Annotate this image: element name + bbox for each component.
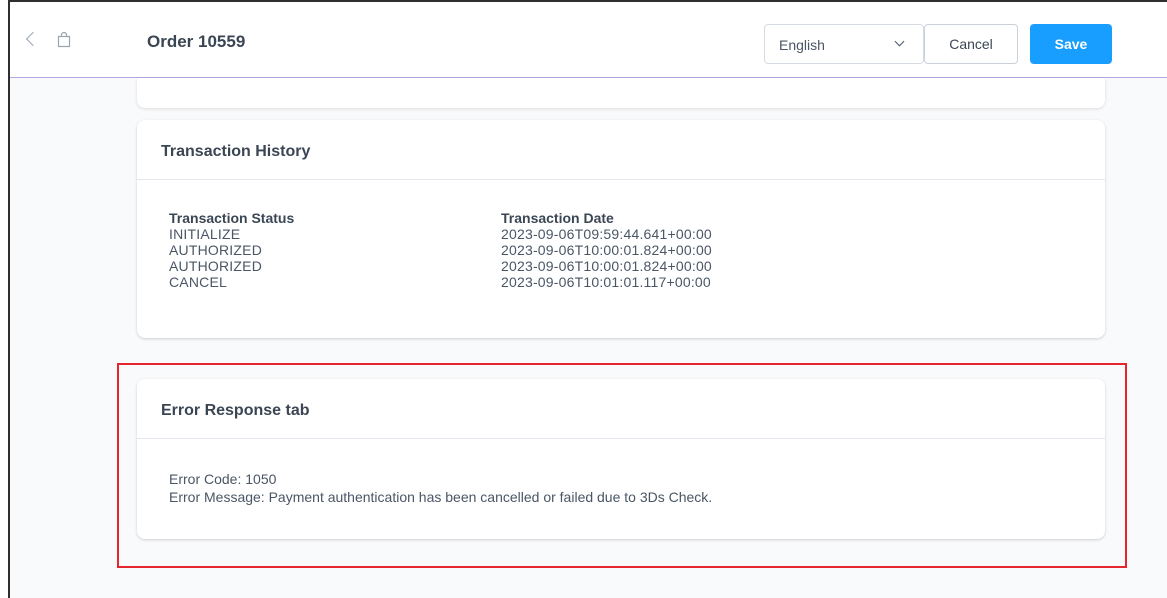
page-title: Order 10559 bbox=[147, 32, 246, 51]
transaction-status: AUTHORIZED bbox=[169, 242, 262, 258]
transaction-table: Transaction Status Transaction Date INIT… bbox=[169, 210, 712, 290]
transaction-history-card: Transaction History Transaction Status T… bbox=[137, 120, 1105, 338]
table-row: AUTHORIZED 2023-09-06T10:00:01.824+00:00 bbox=[169, 242, 712, 258]
card-header: Transaction History bbox=[137, 120, 1105, 180]
error-message: Error Message: Payment authentication ha… bbox=[169, 489, 713, 505]
cancel-button[interactable]: Cancel bbox=[924, 24, 1018, 64]
top-bar: Order 10559 English Cancel Save bbox=[10, 2, 1167, 78]
previous-card bbox=[137, 78, 1105, 108]
transaction-date: 2023-09-06T10:00:01.824+00:00 bbox=[501, 242, 712, 258]
error-details: Error Code: 1050 Error Message: Payment … bbox=[169, 470, 712, 506]
app-window: Order 10559 English Cancel Save Transact… bbox=[8, 0, 1167, 598]
transaction-date: 2023-09-06T09:59:44.641+00:00 bbox=[501, 226, 712, 242]
table-row: INITIALIZE 2023-09-06T09:59:44.641+00:00 bbox=[169, 226, 712, 242]
chevron-down-icon bbox=[894, 36, 905, 47]
card-header: Error Response tab bbox=[137, 379, 1105, 439]
table-row: CANCEL 2023-09-06T10:01:01.117+00:00 bbox=[169, 274, 712, 290]
transaction-status: INITIALIZE bbox=[169, 226, 241, 242]
language-select[interactable]: English bbox=[764, 24, 924, 64]
transaction-date: 2023-09-06T10:01:01.117+00:00 bbox=[501, 274, 711, 290]
transaction-date: 2023-09-06T10:00:01.824+00:00 bbox=[501, 258, 712, 274]
column-header-status: Transaction Status bbox=[169, 210, 295, 226]
shopping-bag-icon bbox=[57, 32, 71, 48]
language-select-value: English bbox=[779, 37, 825, 53]
table-row: AUTHORIZED 2023-09-06T10:00:01.824+00:00 bbox=[169, 258, 712, 274]
error-code: Error Code: 1050 bbox=[169, 471, 277, 487]
card-title: Error Response tab bbox=[161, 402, 310, 419]
transaction-status: CANCEL bbox=[169, 274, 227, 290]
table-header-row: Transaction Status Transaction Date bbox=[169, 210, 712, 226]
transaction-status: AUTHORIZED bbox=[169, 258, 262, 274]
error-response-card: Error Response tab Error Code: 1050 Erro… bbox=[137, 379, 1105, 539]
card-title: Transaction History bbox=[161, 143, 311, 160]
column-header-date: Transaction Date bbox=[501, 210, 614, 226]
chevron-left-icon[interactable] bbox=[25, 31, 41, 47]
save-button[interactable]: Save bbox=[1030, 24, 1112, 64]
